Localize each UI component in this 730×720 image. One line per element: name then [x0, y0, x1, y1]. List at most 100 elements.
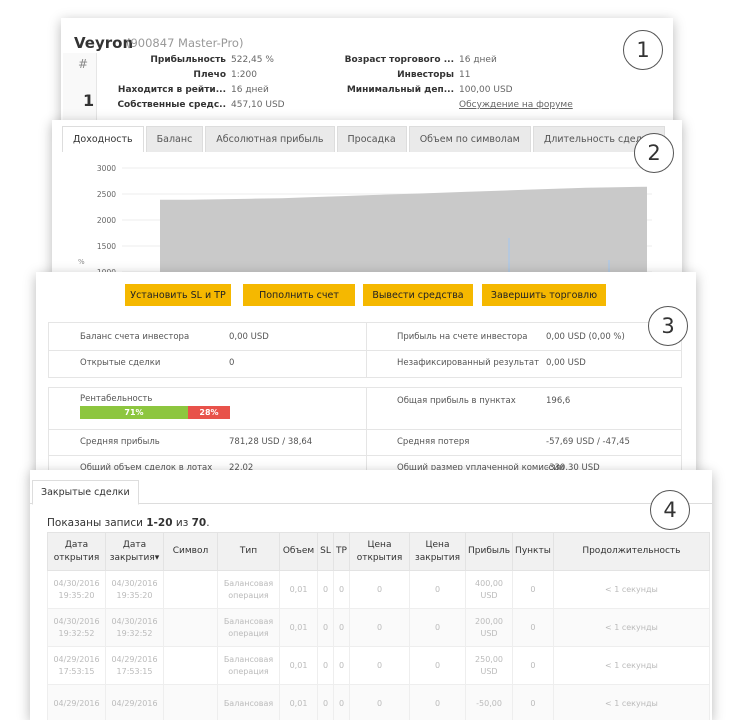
cell-symbol — [164, 609, 218, 647]
cell-profit: 200,00 USD — [466, 609, 513, 647]
investor-card: Установить SL и TP Пополнить счет Вывест… — [36, 272, 696, 477]
col-type[interactable]: Тип — [218, 533, 280, 571]
closed-trades-table: Дата открытия Дата закрытия▾ Символ Тип … — [47, 532, 710, 720]
closed-trades-card: Закрытые сделки Показаны записи 1-20 из … — [30, 470, 712, 720]
floating-result-label: Незафиксированный результат — [397, 358, 539, 368]
col-duration[interactable]: Продолжительность — [553, 533, 709, 571]
col-sl[interactable]: SL — [318, 533, 334, 571]
y-tick-label: 2500 — [97, 190, 116, 199]
y-tick-label: 1500 — [97, 242, 116, 251]
cell-sl: 0 — [318, 647, 334, 685]
cell-close-price: 0 — [410, 647, 466, 685]
cell-close: 04/29/2016 17:53:15 — [106, 647, 164, 685]
cell-open: 04/29/2016 — [48, 685, 106, 720]
avg-profit-label: Средняя прибыль — [80, 437, 160, 447]
cell-type: Балансовая операция — [218, 609, 280, 647]
badge-4: 4 — [650, 490, 690, 530]
profitability-chart: 10001500200025003000% — [52, 152, 682, 280]
stat-investors: Инвесторы 11 — [61, 70, 531, 84]
investor-profit-label: Прибыль на счете инвестора — [397, 332, 527, 342]
open-trades-label: Открытые сделки — [80, 358, 160, 368]
forum-link-row: Обсуждение на форуме — [459, 100, 609, 114]
badge-1: 1 — [623, 30, 663, 70]
loss-bar: 28% — [188, 406, 230, 419]
cell-open: 04/29/2016 17:53:15 — [48, 647, 106, 685]
cell-close: 04/29/2016 — [106, 685, 164, 720]
cell-open-price: 0 — [350, 647, 410, 685]
account-name[interactable]: Veyron — [74, 34, 133, 52]
stat-min-deposit: Минимальный деп... 100,00 USD — [61, 85, 531, 99]
col-close-date[interactable]: Дата закрытия▾ — [106, 533, 164, 571]
table-row[interactable]: 04/30/2016 19:35:2004/30/2016 19:35:20 Ба… — [48, 571, 710, 609]
tab-closed-trades[interactable]: Закрытые сделки — [32, 480, 139, 505]
y-axis-label: % — [78, 258, 85, 266]
profitability-label: Рентабельность — [80, 394, 152, 404]
col-volume[interactable]: Объем — [280, 533, 318, 571]
withdraw-button[interactable]: Вывести средства — [363, 284, 473, 306]
cell-type: Балансовая — [218, 685, 280, 720]
tab-volume-by-symbol[interactable]: Объем по символам — [409, 126, 531, 152]
stat-account-age: Возраст торгового ... 16 дней — [61, 55, 531, 69]
col-open-date[interactable]: Дата открытия — [48, 533, 106, 571]
col-symbol[interactable]: Символ — [164, 533, 218, 571]
cell-close: 04/30/2016 19:35:20 — [106, 571, 164, 609]
cell-volume: 0,01 — [280, 647, 318, 685]
open-trades-value: 0 — [229, 358, 234, 368]
col-points[interactable]: Пункты — [513, 533, 554, 571]
col-tp[interactable]: TP — [334, 533, 350, 571]
deposit-button[interactable]: Пополнить счет — [243, 284, 355, 306]
forum-link[interactable]: Обсуждение на форуме — [459, 100, 573, 110]
cell-type: Балансовая операция — [218, 571, 280, 609]
cell-sl: 0 — [318, 609, 334, 647]
cell-points: 0 — [513, 647, 554, 685]
profitability-area — [160, 187, 647, 280]
table-header-row: Дата открытия Дата закрытия▾ Символ Тип … — [48, 533, 710, 571]
cell-open: 04/30/2016 19:35:20 — [48, 571, 106, 609]
cell-duration: < 1 секунды — [553, 685, 709, 720]
cell-tp: 0 — [334, 571, 350, 609]
cell-duration: < 1 секунды — [553, 571, 709, 609]
points-profit-value: 196,6 — [546, 396, 570, 406]
tab-balance[interactable]: Баланс — [146, 126, 204, 152]
cell-profit: 250,00 USD — [466, 647, 513, 685]
stat-own-funds: Собственные средс.. 457,10 USD — [61, 100, 311, 114]
avg-profit-value: 781,28 USD / 38,64 — [229, 437, 312, 447]
cell-duration: < 1 секунды — [553, 647, 709, 685]
cell-close-price: 0 — [410, 685, 466, 720]
table-row[interactable]: 04/29/2016 17:53:1504/29/2016 17:53:15Ба… — [48, 647, 710, 685]
col-open-price[interactable]: Цена открытия — [350, 533, 410, 571]
tab-profitability[interactable]: Доходность — [62, 126, 144, 152]
table-row[interactable]: 04/29/201604/29/2016Балансовая0,010000-5… — [48, 685, 710, 720]
stop-trading-button[interactable]: Завершить торговлю — [482, 284, 606, 306]
col-profit[interactable]: Прибыль — [466, 533, 513, 571]
cell-tp: 0 — [334, 609, 350, 647]
profit-bar: 71% — [80, 406, 188, 419]
cell-sl: 0 — [318, 571, 334, 609]
floating-result-value: 0,00 USD — [546, 358, 586, 368]
tab-absolute-profit[interactable]: Абсолютная прибыль — [205, 126, 334, 152]
cell-profit: -50,00 — [466, 685, 513, 720]
set-sl-tp-button[interactable]: Установить SL и TP — [125, 284, 231, 306]
col-close-price[interactable]: Цена закрытия — [410, 533, 466, 571]
records-shown: Показаны записи 1-20 из 70. — [47, 517, 210, 529]
tab-drawdown[interactable]: Просадка — [337, 126, 407, 152]
y-tick-label: 3000 — [97, 164, 116, 173]
investor-balance-value: 0,00 USD — [229, 332, 269, 342]
investor-balance-label: Баланс счета инвестора — [80, 332, 189, 342]
cell-points: 0 — [513, 609, 554, 647]
cell-volume: 0,01 — [280, 609, 318, 647]
cell-close: 04/30/2016 19:32:52 — [106, 609, 164, 647]
charts-card: Доходность Баланс Абсолютная прибыль Про… — [52, 120, 682, 280]
cell-symbol — [164, 685, 218, 720]
cell-close-price: 0 — [410, 571, 466, 609]
cell-open: 04/30/2016 19:32:52 — [48, 609, 106, 647]
cell-symbol — [164, 571, 218, 609]
cell-symbol — [164, 647, 218, 685]
account-id: (900847 Master-Pro) — [126, 36, 243, 50]
cell-points: 0 — [513, 685, 554, 720]
table-row[interactable]: 04/30/2016 19:32:5204/30/2016 19:32:52 Ба… — [48, 609, 710, 647]
chart-tabs: Доходность Баланс Абсолютная прибыль Про… — [62, 126, 667, 152]
y-tick-label: 2000 — [97, 216, 116, 225]
cell-volume: 0,01 — [280, 571, 318, 609]
cell-open-price: 0 — [350, 685, 410, 720]
